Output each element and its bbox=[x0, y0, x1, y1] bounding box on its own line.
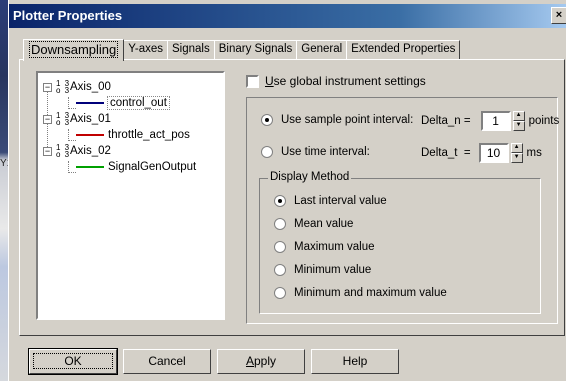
tree-item-throttle-act-pos[interactable]: throttle_act_pos bbox=[76, 127, 190, 143]
delta-t-label: Delta_t = bbox=[421, 147, 471, 159]
delta-n-control: Delta_n = 1 ▲ ▼ points bbox=[421, 111, 559, 131]
radio-unselected[interactable] bbox=[261, 146, 273, 158]
collapse-icon[interactable]: − bbox=[43, 83, 52, 92]
tab-extended-properties[interactable]: Extended Properties bbox=[346, 40, 461, 60]
time-interval-option[interactable]: Use time interval: bbox=[261, 146, 370, 158]
tree-line bbox=[68, 140, 76, 141]
help-button[interactable]: Help bbox=[311, 349, 399, 374]
tab-strip: Downsampling Y-axes Signals Binary Signa… bbox=[23, 38, 461, 61]
delta-n-unit: points bbox=[528, 115, 560, 127]
sample-point-interval-option[interactable]: Use sample point interval: bbox=[261, 114, 413, 126]
tab-y-axes[interactable]: Y-axes bbox=[123, 40, 169, 60]
option-label: Use time interval: bbox=[281, 146, 370, 158]
apply-label: pply bbox=[254, 354, 277, 368]
title-bar: Plotter Properties × bbox=[9, 4, 566, 28]
display-option-min-max[interactable]: Minimum and maximum value bbox=[274, 287, 447, 299]
axis-icon: 1 3o 3 bbox=[56, 110, 71, 127]
display-option-mean[interactable]: Mean value bbox=[274, 218, 353, 230]
tree-item-signalgenoutput[interactable]: SignalGenOutput bbox=[76, 159, 196, 175]
spin-up-icon[interactable]: ▲ bbox=[512, 111, 525, 121]
downsampling-panel: − 1 3o 3Axis_00 control_out − 1 3o 3Axis… bbox=[19, 59, 565, 336]
collapse-icon[interactable]: − bbox=[43, 115, 52, 124]
display-option-minimum[interactable]: Minimum value bbox=[274, 264, 371, 276]
option-label: Use sample point interval: bbox=[281, 114, 414, 126]
spin-down-icon[interactable]: ▼ bbox=[512, 121, 525, 131]
use-global-settings-checkbox[interactable]: Use global instrument settings bbox=[246, 74, 426, 88]
tab-downsampling[interactable]: Downsampling bbox=[23, 39, 125, 61]
apply-button[interactable]: Apply bbox=[217, 349, 305, 374]
checkbox-label: se global instrument settings bbox=[273, 74, 426, 88]
radio-unselected[interactable] bbox=[274, 218, 286, 230]
radio-unselected[interactable] bbox=[274, 241, 286, 253]
tree-line bbox=[68, 172, 76, 173]
tree-line bbox=[68, 108, 76, 109]
radio-unselected[interactable] bbox=[274, 287, 286, 299]
axis-icon: 1 3o 3 bbox=[56, 142, 71, 159]
window-title: Plotter Properties bbox=[13, 8, 123, 23]
close-button[interactable]: × bbox=[551, 7, 566, 24]
radio-selected[interactable] bbox=[274, 195, 286, 207]
signal-color-swatch bbox=[76, 165, 104, 168]
tab-signals[interactable]: Signals bbox=[167, 40, 215, 60]
ok-label: OK bbox=[33, 353, 113, 369]
radio-selected[interactable] bbox=[261, 114, 273, 126]
delta-t-control: Delta_t = 10 ▲ ▼ ms bbox=[421, 143, 542, 163]
signal-color-swatch bbox=[76, 101, 104, 104]
axis-signal-tree[interactable]: − 1 3o 3Axis_00 control_out − 1 3o 3Axis… bbox=[36, 71, 225, 320]
spin-up-icon[interactable]: ▲ bbox=[510, 143, 523, 153]
plotter-properties-dialog: Plotter Properties × Downsampling Y-axes… bbox=[8, 0, 566, 381]
display-method-title: Display Method bbox=[268, 171, 352, 183]
checkbox-label-accel: U bbox=[265, 74, 274, 88]
delta-n-spinner[interactable]: ▲ ▼ bbox=[512, 111, 525, 131]
sampling-group: Use sample point interval: Delta_n = 1 ▲… bbox=[246, 97, 559, 324]
tab-general[interactable]: General bbox=[296, 40, 348, 60]
tree-item-axis-01[interactable]: 1 3o 3Axis_01 bbox=[56, 111, 111, 127]
display-option-maximum[interactable]: Maximum value bbox=[274, 241, 375, 253]
checkbox-box[interactable] bbox=[246, 74, 259, 88]
axis-icon: 1 3o 3 bbox=[56, 78, 71, 95]
tab-binary-signals[interactable]: Binary Signals bbox=[213, 40, 298, 60]
spin-down-icon[interactable]: ▼ bbox=[510, 153, 523, 163]
tree-item-control-out[interactable]: control_out bbox=[76, 95, 170, 111]
signal-color-swatch bbox=[76, 133, 104, 136]
delta-t-unit: ms bbox=[526, 147, 542, 159]
collapse-icon[interactable]: − bbox=[43, 147, 52, 156]
delta-n-label: Delta_n = bbox=[421, 115, 471, 127]
cancel-button[interactable]: Cancel bbox=[123, 349, 211, 374]
delta-n-input[interactable]: 1 bbox=[480, 111, 511, 131]
close-icon: × bbox=[555, 9, 563, 21]
apply-accel: A bbox=[245, 354, 254, 368]
delta-t-input[interactable]: 10 bbox=[478, 143, 509, 163]
tree-item-axis-02[interactable]: 1 3o 3Axis_02 bbox=[56, 143, 111, 159]
delta-t-spinner[interactable]: ▲ ▼ bbox=[510, 143, 523, 163]
ok-button[interactable]: OK bbox=[28, 348, 118, 375]
radio-unselected[interactable] bbox=[274, 264, 286, 276]
display-method-group: Display Method Last interval value Mean … bbox=[259, 171, 541, 314]
tree-item-axis-00[interactable]: 1 3o 3Axis_00 bbox=[56, 79, 111, 95]
display-option-last-interval[interactable]: Last interval value bbox=[274, 195, 387, 207]
